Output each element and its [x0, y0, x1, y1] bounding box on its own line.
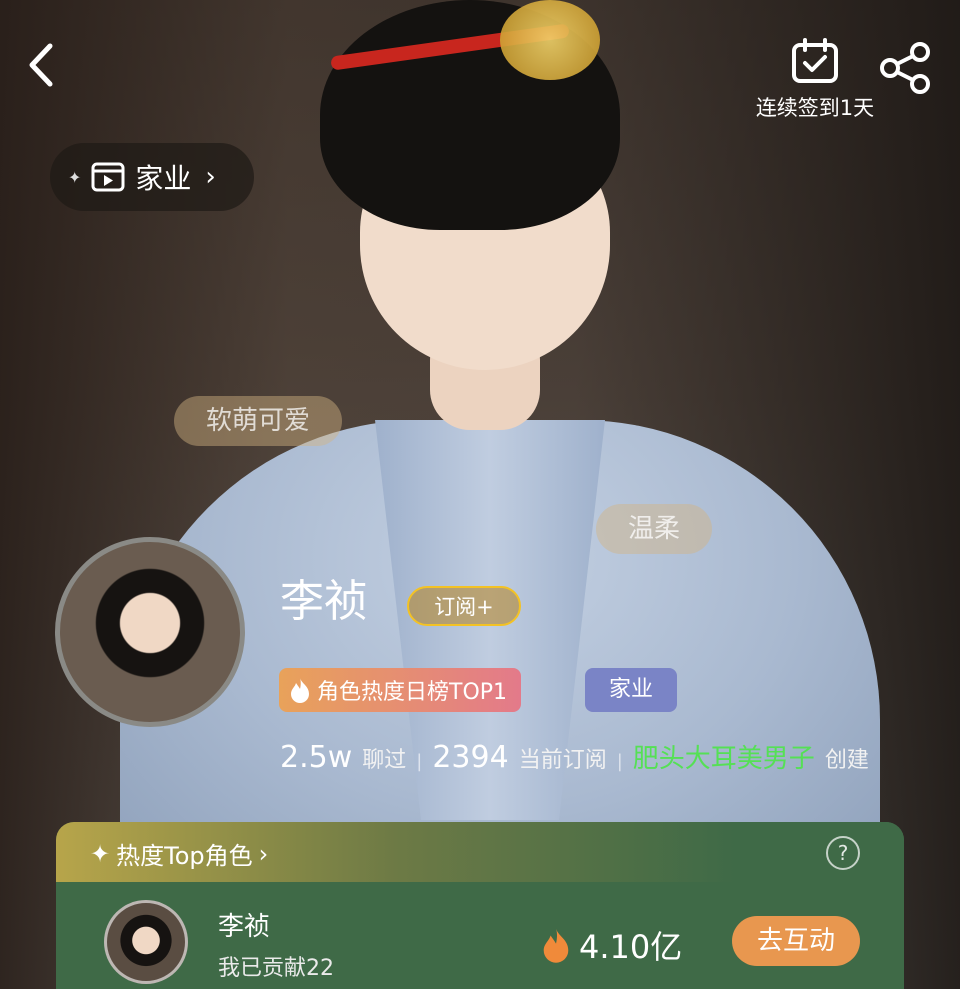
divider: | — [616, 751, 623, 772]
checkin-button[interactable]: 连续签到1天 — [745, 38, 885, 122]
rank-badge-label: 角色热度日榜TOP1 — [317, 680, 508, 705]
sparkle-icon: ✦ — [68, 167, 82, 187]
hot-role-title-button[interactable]: ✦ 热度Top角色 › — [90, 836, 268, 871]
share-icon[interactable] — [878, 40, 934, 96]
chat-label: 聊过 — [362, 748, 407, 773]
category-badge[interactable]: 家业 — [585, 668, 677, 712]
divider: | — [416, 751, 423, 772]
creator-link[interactable]: 肥头大耳美男子 — [633, 738, 815, 775]
character-avatar[interactable] — [55, 537, 245, 727]
row-contribution: 我已贡献22 — [218, 956, 334, 981]
calendar-check-icon — [792, 38, 838, 83]
category-label: 家业 — [135, 162, 192, 195]
subscribe-button[interactable]: 订阅+ — [407, 586, 521, 626]
hot-role-panel: ✦ 热度Top角色 › ? 李祯 我已贡献22 4.10亿 去互动 — [56, 822, 904, 989]
interact-button[interactable]: 去互动 — [732, 916, 860, 966]
heat-indicator: 4.10亿 — [541, 922, 682, 968]
subscriber-count: 2394 — [432, 740, 509, 775]
category-button[interactable]: ✦ 家业 › — [50, 143, 254, 211]
panel-title: 热度Top角色 — [116, 842, 253, 870]
fire-icon — [291, 678, 309, 703]
play-box-icon — [91, 162, 125, 192]
back-button[interactable] — [22, 40, 62, 90]
chat-count: 2.5w — [280, 740, 353, 775]
stats-row: 2.5w 聊过 | 2394 当前订阅 | 肥头大耳美男子 创建 — [280, 738, 869, 775]
chevron-left-icon — [29, 43, 53, 87]
checkin-label: 连续签到1天 — [755, 96, 875, 120]
fire-icon — [543, 928, 569, 963]
character-name: 李祯 — [280, 576, 368, 627]
help-icon[interactable]: ? — [826, 836, 860, 870]
subscriber-label: 当前订阅 — [518, 748, 607, 773]
creator-suffix: 创建 — [824, 748, 869, 773]
sparkle-icon: ✦ — [90, 839, 111, 868]
row-name: 李祯 — [218, 912, 271, 942]
row-avatar[interactable] — [104, 900, 188, 984]
chevron-right-icon: › — [258, 839, 269, 868]
rank-badge[interactable]: 角色热度日榜TOP1 — [279, 668, 522, 712]
trait-tag: 温柔 — [596, 504, 713, 554]
chevron-right-icon: › — [205, 162, 216, 192]
heat-value: 4.10亿 — [579, 928, 683, 966]
trait-tag: 软萌可爱 — [174, 396, 343, 446]
